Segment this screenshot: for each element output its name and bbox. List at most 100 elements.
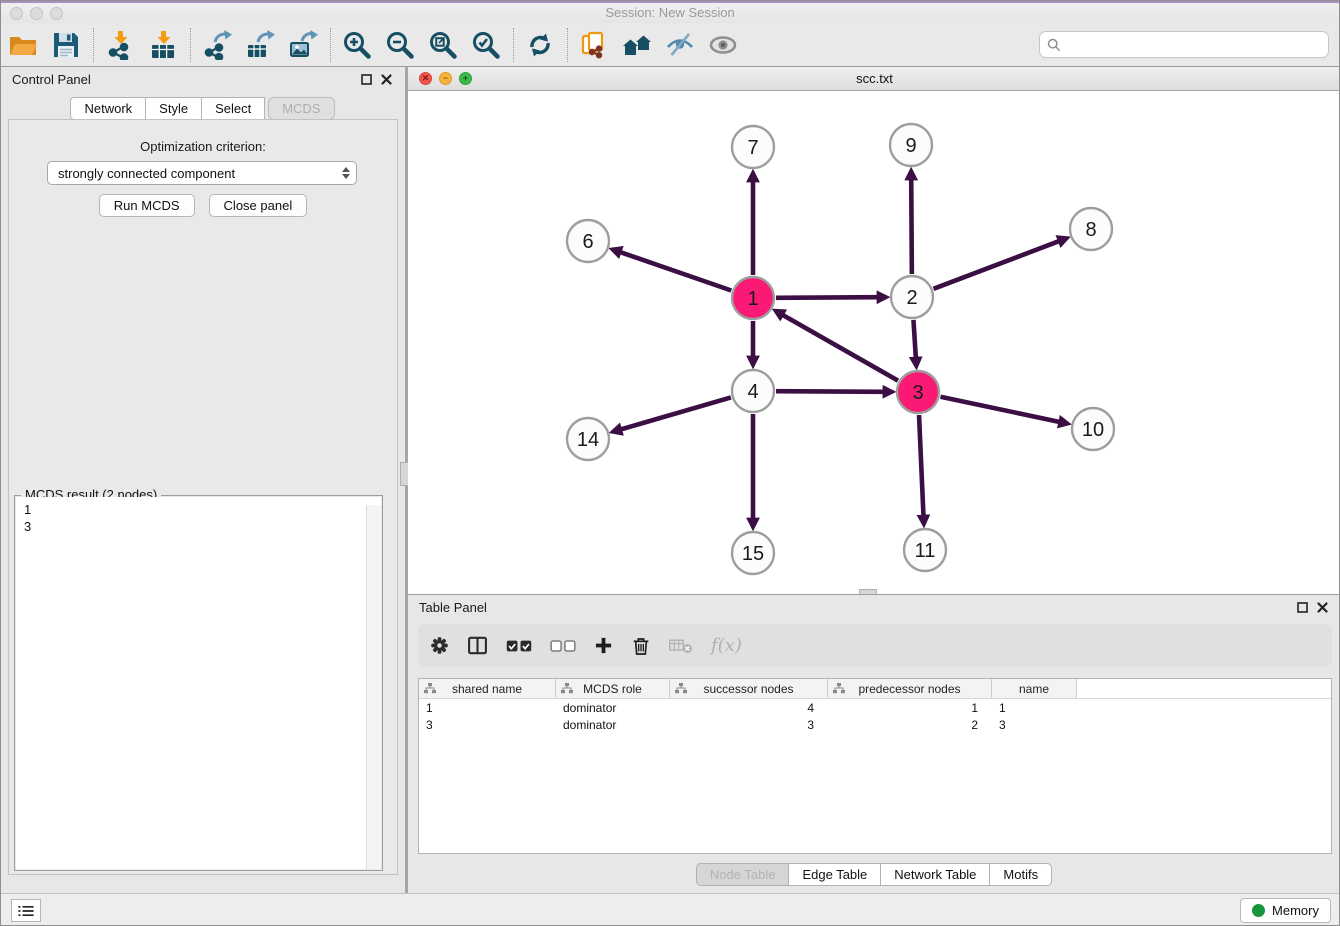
column-header-predecessor-nodes[interactable]: predecessor nodes xyxy=(828,679,992,698)
result-scrollbar[interactable] xyxy=(366,505,381,869)
zoom-fit-button[interactable] xyxy=(426,26,460,64)
plus-icon xyxy=(594,636,613,655)
network-close-button[interactable]: ✕ xyxy=(419,72,432,85)
import-network-button[interactable] xyxy=(103,26,137,64)
save-session-button[interactable] xyxy=(49,26,83,64)
cell-predecessor-nodes[interactable]: 2 xyxy=(828,718,992,732)
import-table-button[interactable] xyxy=(146,26,180,64)
show-all-button[interactable] xyxy=(706,26,740,64)
cell-shared-name[interactable]: 1 xyxy=(419,701,556,715)
refresh-icon xyxy=(525,30,555,60)
graph-node-label-10: 10 xyxy=(1082,419,1104,441)
column-header-name[interactable]: name xyxy=(992,679,1077,698)
export-image-button[interactable] xyxy=(286,26,320,64)
zoom-out-icon xyxy=(385,30,415,60)
window-close-button[interactable] xyxy=(10,7,23,20)
graph-edge-3-1[interactable] xyxy=(783,315,898,381)
cell-MCDS-role[interactable]: dominator xyxy=(556,718,670,732)
first-neighbors-button[interactable] xyxy=(620,26,654,64)
search-box[interactable] xyxy=(1039,31,1329,58)
column-header-MCDS-role[interactable]: MCDS role xyxy=(556,679,670,698)
graph-edge-2-9[interactable] xyxy=(911,179,912,274)
memory-button[interactable]: Memory xyxy=(1240,898,1331,923)
tab-motifs[interactable]: Motifs xyxy=(989,863,1052,886)
graph-edge-3-11[interactable] xyxy=(919,415,923,516)
run-mcds-button[interactable]: Run MCDS xyxy=(99,194,195,217)
cell-MCDS-role[interactable]: dominator xyxy=(556,701,670,715)
graph-edge-1-6[interactable] xyxy=(620,252,731,290)
delete-table-button[interactable] xyxy=(669,637,693,654)
table-row[interactable]: 3dominator323 xyxy=(419,717,1331,733)
criterion-select[interactable]: strongly connected component xyxy=(47,161,357,185)
show-columns-button[interactable] xyxy=(467,635,488,656)
float-panel-icon[interactable] xyxy=(361,74,372,85)
unchecked-boxes-icon xyxy=(550,638,576,654)
graph-node-label-7: 7 xyxy=(747,137,758,159)
graph-edge-3-10[interactable] xyxy=(941,397,1060,422)
column-header-successor-nodes[interactable]: successor nodes xyxy=(670,679,828,698)
create-column-button[interactable] xyxy=(594,636,613,655)
tab-mcds[interactable]: MCDS xyxy=(268,97,334,120)
close-panel-icon[interactable] xyxy=(1317,602,1328,613)
gear-icon xyxy=(430,636,449,655)
tab-select[interactable]: Select xyxy=(201,97,265,120)
graph-edge-1-2[interactable] xyxy=(776,297,878,298)
tab-style[interactable]: Style xyxy=(145,97,202,120)
close-panel-button[interactable]: Close panel xyxy=(209,194,308,217)
zoom-in-button[interactable] xyxy=(340,26,374,64)
tab-edge-table[interactable]: Edge Table xyxy=(788,863,881,886)
network-window-titlebar[interactable]: ✕ − + scc.txt xyxy=(408,67,1340,91)
delete-column-button[interactable] xyxy=(631,636,651,656)
show-panels-button[interactable] xyxy=(11,899,41,922)
apply-layout-button[interactable] xyxy=(523,26,557,64)
mcds-result-area[interactable]: 1 3 xyxy=(16,497,381,869)
table-settings-button[interactable] xyxy=(430,636,449,655)
cell-predecessor-nodes[interactable]: 1 xyxy=(828,701,992,715)
table-toolbar: f(x) xyxy=(418,624,1332,667)
close-panel-icon[interactable] xyxy=(381,74,392,85)
open-session-button[interactable] xyxy=(6,26,40,64)
window-zoom-button[interactable] xyxy=(50,7,63,20)
new-network-from-selection-button[interactable] xyxy=(577,26,611,64)
search-input[interactable] xyxy=(1066,36,1328,53)
column-tree-icon xyxy=(833,683,845,694)
network-window-title: scc.txt xyxy=(408,67,1340,90)
criterion-select-value: strongly connected component xyxy=(58,166,235,181)
zoom-out-button[interactable] xyxy=(383,26,417,64)
deselect-all-rows-button[interactable] xyxy=(550,638,576,654)
tab-node-table[interactable]: Node Table xyxy=(696,863,790,886)
export-table-button[interactable] xyxy=(243,26,277,64)
graph-edge-2-8[interactable] xyxy=(934,241,1060,289)
table-row[interactable]: 1dominator411 xyxy=(419,700,1331,716)
export-network-button[interactable] xyxy=(200,26,234,64)
cell-name[interactable]: 3 xyxy=(992,718,1077,732)
graph-node-label-8: 8 xyxy=(1085,219,1096,241)
network-maximize-button[interactable]: + xyxy=(459,72,472,85)
cell-name[interactable]: 1 xyxy=(992,701,1077,715)
graph-edge-2-3[interactable] xyxy=(913,320,915,358)
cell-successor-nodes[interactable]: 3 xyxy=(670,718,828,732)
column-header-shared-name[interactable]: shared name xyxy=(419,679,556,698)
zoom-selected-icon xyxy=(471,30,501,60)
graph-edge-4-14[interactable] xyxy=(621,397,731,429)
table-panel-tabs: Node TableEdge TableNetwork TableMotifs xyxy=(408,863,1340,886)
tab-network[interactable]: Network xyxy=(70,97,146,120)
delete-table-icon xyxy=(669,637,693,654)
cell-successor-nodes[interactable]: 4 xyxy=(670,701,828,715)
import-table-icon xyxy=(148,30,178,60)
window-minimize-button[interactable] xyxy=(30,7,43,20)
status-bar: Memory xyxy=(1,893,1339,926)
select-all-rows-button[interactable] xyxy=(506,638,532,654)
float-panel-icon[interactable] xyxy=(1297,602,1308,613)
function-builder-button[interactable]: f(x) xyxy=(711,635,742,656)
graph-node-label-4: 4 xyxy=(747,381,758,403)
network-minimize-button[interactable]: − xyxy=(439,72,452,85)
hide-selected-button[interactable] xyxy=(663,26,697,64)
tab-network-table[interactable]: Network Table xyxy=(880,863,990,886)
graph-node-label-6: 6 xyxy=(582,231,593,253)
network-canvas[interactable]: 7968124314101511 xyxy=(408,91,1340,594)
column-tree-icon xyxy=(561,683,573,694)
zoom-selected-button[interactable] xyxy=(469,26,503,64)
cell-shared-name[interactable]: 3 xyxy=(419,718,556,732)
graph-edge-4-3[interactable] xyxy=(776,391,884,392)
